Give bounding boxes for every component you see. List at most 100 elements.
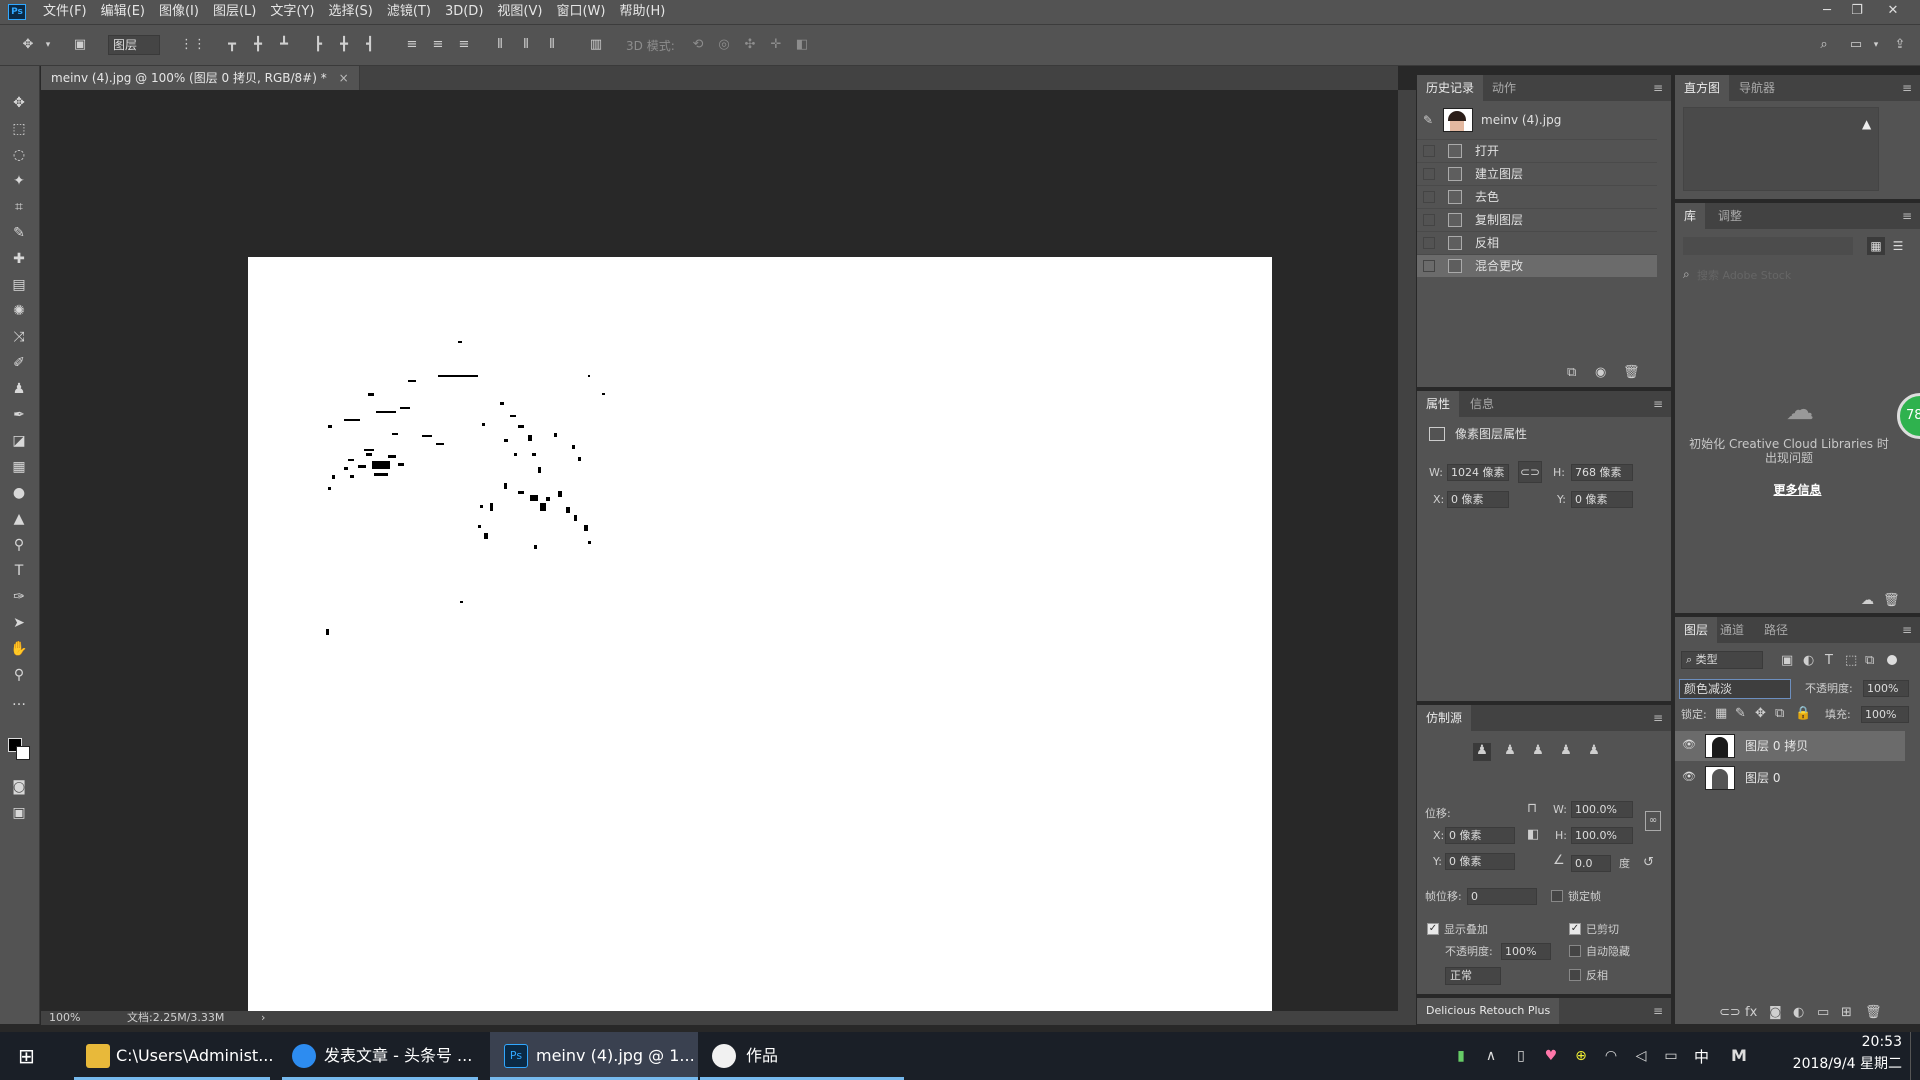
usb-icon[interactable]: ▯ <box>1512 1047 1530 1065</box>
move-tool-icon[interactable]: ✥ <box>8 92 30 114</box>
clipped-checkbox[interactable]: ✓ <box>1569 923 1581 935</box>
layer-row[interactable]: 👁 图层 0 <box>1675 763 1905 793</box>
lock-position-icon[interactable]: ✥ <box>1755 706 1766 721</box>
link-icon[interactable]: ⊂⊃ <box>1518 461 1542 483</box>
layer-row-selected[interactable]: 👁 图层 0 拷贝 <box>1675 731 1905 761</box>
clone-source-5-icon[interactable]: ♟ <box>1585 743 1603 761</box>
new-group-icon[interactable]: ▭ <box>1817 1005 1829 1020</box>
magic-wand-tool-icon[interactable]: ✦ <box>8 170 30 192</box>
security-tray-icon[interactable]: ⊕ <box>1572 1047 1590 1065</box>
clone-y-field[interactable]: 0 像素 <box>1445 853 1515 870</box>
share-icon[interactable]: ⇪ <box>1892 37 1908 53</box>
clone-source-4-icon[interactable]: ♟ <box>1557 743 1575 761</box>
stock-search-input[interactable]: 搜索 Adobe Stock <box>1697 267 1791 283</box>
dodge-tool-icon[interactable]: ⚲ <box>8 534 30 556</box>
gradient-tool-icon[interactable]: ▦ <box>8 456 30 478</box>
restore-icon[interactable]: ❐ <box>1843 0 1871 24</box>
tab-history[interactable]: 历史记录 <box>1417 75 1484 101</box>
add-mask-icon[interactable]: ◙ <box>1769 1005 1782 1020</box>
panel-menu-icon[interactable]: ≡ <box>1653 397 1663 411</box>
align-hcenter-icon[interactable]: ╋ <box>336 37 352 53</box>
clone-source-3-icon[interactable]: ♟ <box>1529 743 1547 761</box>
auto-select-dropdown[interactable]: 图层 <box>108 35 160 55</box>
filter-type-icon[interactable]: T <box>1825 653 1833 668</box>
menu-3d[interactable]: 3D(D) <box>438 0 490 24</box>
layer-filter-dropdown[interactable]: ⌕ 类型 <box>1681 651 1763 669</box>
history-snapshot[interactable]: ✎ meinv (4).jpg <box>1417 105 1657 135</box>
minimize-icon[interactable]: ─ <box>1813 0 1841 24</box>
history-brush-tool-icon[interactable]: ✒ <box>8 404 30 426</box>
align-left-icon[interactable]: ┣ <box>310 37 326 53</box>
fill-field[interactable]: 100% <box>1861 706 1909 723</box>
battery-icon[interactable]: ▭ <box>1662 1047 1680 1065</box>
menu-window[interactable]: 窗口(W) <box>549 0 612 24</box>
move-content-tool-icon[interactable]: ⤨ <box>8 326 30 348</box>
marquee-tool-icon[interactable]: ⬚ <box>8 118 30 140</box>
auto-align-icon[interactable]: ▥ <box>588 37 604 53</box>
history-item[interactable]: 复制图层 <box>1417 208 1657 231</box>
menu-type[interactable]: 文字(Y) <box>263 0 321 24</box>
volume-icon[interactable]: ◁ <box>1632 1047 1650 1065</box>
new-adjustment-layer-icon[interactable]: ◐ <box>1793 1005 1804 1020</box>
new-layer-icon[interactable]: ⊞ <box>1841 1005 1852 1020</box>
visibility-eye-icon[interactable]: 👁 <box>1681 770 1697 786</box>
align-top-icon[interactable]: ┳ <box>224 37 240 53</box>
ime-mode-icon[interactable]: M <box>1730 1047 1748 1065</box>
menu-filter[interactable]: 滤镜(T) <box>380 0 438 24</box>
align-bottom-icon[interactable]: ┻ <box>276 37 292 53</box>
ime-indicator[interactable]: 中 <box>1694 1046 1709 1067</box>
warning-icon[interactable]: ▲ <box>1862 117 1871 131</box>
history-item-selected[interactable]: 混合更改 <box>1417 254 1657 277</box>
menu-select[interactable]: 选择(S) <box>321 0 379 24</box>
distribute-right-icon[interactable]: ⦀ <box>544 37 560 53</box>
trash-icon[interactable]: 🗑 <box>1865 1005 1882 1020</box>
new-document-from-state-icon[interactable]: ⧉ <box>1567 365 1576 380</box>
menu-image[interactable]: 图像(I) <box>152 0 206 24</box>
menu-layer[interactable]: 图层(L) <box>206 0 263 24</box>
invert-checkbox[interactable] <box>1569 969 1581 981</box>
tab-navigator[interactable]: 导航器 <box>1730 75 1784 101</box>
auto-select-icon[interactable]: ▣ <box>72 37 88 53</box>
align-right-icon[interactable]: ┫ <box>362 37 378 53</box>
panel-menu-icon[interactable]: ≡ <box>1653 81 1663 95</box>
y-field[interactable]: 0 像素 <box>1571 491 1633 508</box>
width-field[interactable]: 1024 像素 <box>1447 464 1509 481</box>
wifi-icon[interactable]: ◠ <box>1602 1047 1620 1065</box>
flip-horizontal-icon[interactable]: ◧ <box>1527 827 1539 842</box>
blur-tool-icon[interactable]: ● <box>8 482 30 504</box>
link-layers-icon[interactable]: ⊂⊃ <box>1719 1005 1741 1020</box>
zoom-level[interactable]: 100% <box>49 1011 80 1025</box>
overlay-blend-dropdown[interactable]: 正常 <box>1445 967 1501 985</box>
angle-field[interactable]: 0.0 <box>1571 855 1611 872</box>
healing-brush-tool-icon[interactable]: ✚ <box>8 248 30 270</box>
3d-roll-icon[interactable]: ◎ <box>716 37 732 53</box>
grid-view-icon[interactable]: ▦ <box>1867 237 1885 255</box>
more-info-link[interactable]: 更多信息 <box>1675 481 1920 498</box>
auto-hide-checkbox[interactable] <box>1569 945 1581 957</box>
tab-info[interactable]: 信息 <box>1461 391 1503 417</box>
patch-tool-icon[interactable]: ▤ <box>8 274 30 296</box>
taskbar-app-photoshop[interactable]: Ps meinv (4).jpg @ 1... <box>490 1032 698 1080</box>
history-item[interactable]: 建立图层 <box>1417 162 1657 185</box>
distribute-top-icon[interactable]: ≡ <box>404 37 420 53</box>
brush-tool-icon[interactable]: ✐ <box>8 352 30 374</box>
lock-image-icon[interactable]: ✎ <box>1735 706 1746 721</box>
3d-slide-icon[interactable]: ✛ <box>768 37 784 53</box>
filter-shape-icon[interactable]: ⬚ <box>1845 653 1857 668</box>
tab-library[interactable]: 库 <box>1675 203 1706 229</box>
workspace-icon[interactable]: ▭ <box>1848 37 1864 53</box>
lock-icon[interactable]: ⊓ <box>1527 801 1537 816</box>
trash-icon[interactable]: 🗑 <box>1623 365 1640 380</box>
close-icon[interactable]: ✕ <box>1879 0 1907 24</box>
taskbar-app-explorer[interactable]: C:\Users\Administ... <box>74 1032 273 1080</box>
document-tab[interactable]: meinv (4).jpg @ 100% (图层 0 拷贝, RGB/8#) *… <box>41 66 360 90</box>
distribute-vcenter-icon[interactable]: ≡ <box>430 37 446 53</box>
type-tool-icon[interactable]: T <box>8 560 30 582</box>
distribute-left-icon[interactable]: ⦀ <box>492 37 508 53</box>
tab-channels[interactable]: 通道 <box>1711 617 1753 643</box>
floating-badge[interactable]: 78 <box>1897 393 1920 439</box>
filter-adjustment-icon[interactable]: ◐ <box>1803 653 1814 668</box>
tab-paths[interactable]: 路径 <box>1755 617 1797 643</box>
height-field[interactable]: 768 像素 <box>1571 464 1633 481</box>
chevron-down-icon[interactable]: ▾ <box>40 37 56 53</box>
